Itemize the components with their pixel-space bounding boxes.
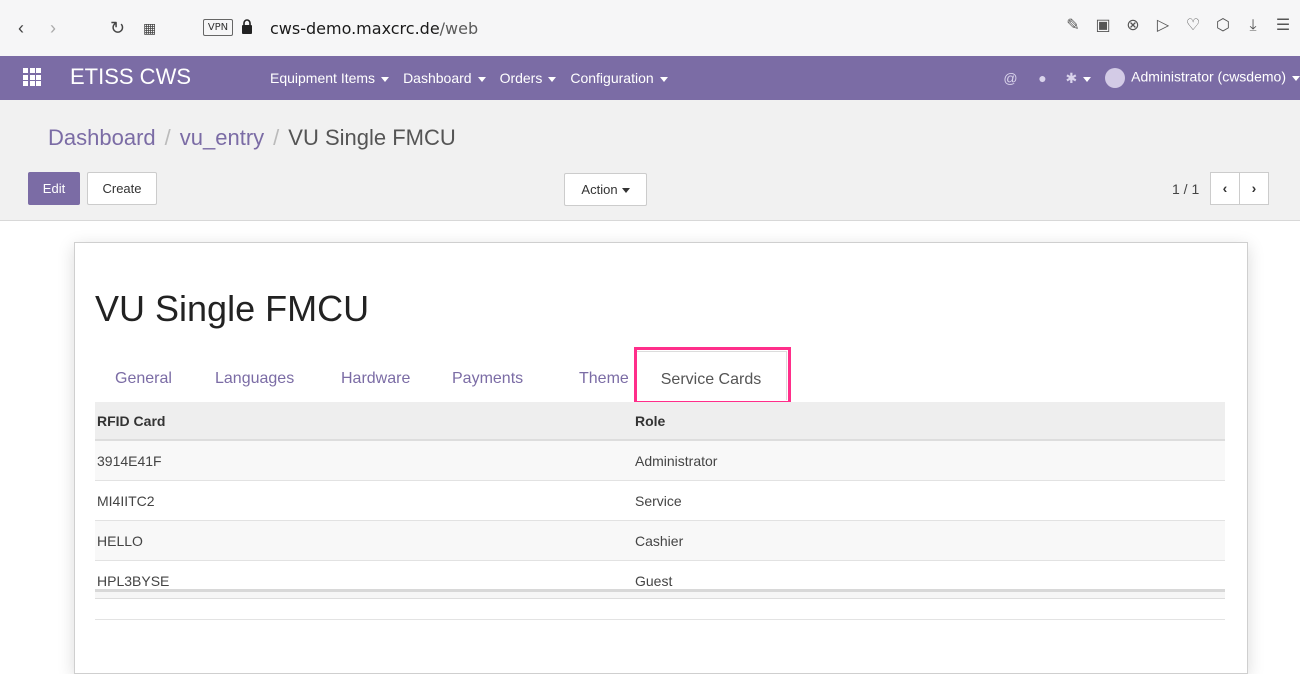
- edit-button[interactable]: Edit: [28, 172, 80, 205]
- breadcrumb-current: VU Single FMCU: [288, 125, 456, 150]
- box-icon[interactable]: ⬡: [1214, 15, 1232, 37]
- column-header-role[interactable]: Role: [633, 402, 1225, 441]
- avatar: [1105, 68, 1126, 88]
- highlight-box: [634, 347, 791, 404]
- vpn-badge[interactable]: VPN: [203, 19, 233, 36]
- user-menu[interactable]: Administrator (cwsdemo): [1105, 68, 1300, 88]
- breadcrumb-vu-entry[interactable]: vu_entry: [180, 125, 264, 150]
- pager-value[interactable]: 1 / 1: [1172, 180, 1199, 198]
- heart-icon[interactable]: ♡: [1184, 15, 1202, 37]
- tab-theme[interactable]: Theme: [579, 359, 629, 399]
- cell-role: Administrator: [633, 439, 1225, 481]
- debug-bug-icon[interactable]: ✱: [1065, 69, 1091, 87]
- action-label: Action: [581, 182, 618, 197]
- breadcrumb-separator: /: [273, 125, 280, 150]
- lock-icon: [242, 19, 252, 34]
- tab-payments[interactable]: Payments: [452, 359, 523, 399]
- tabs-grid-icon[interactable]: ▦: [143, 18, 156, 38]
- pager-next-button[interactable]: ›: [1239, 172, 1269, 205]
- tab-languages[interactable]: Languages: [215, 359, 294, 399]
- tab-general[interactable]: General: [115, 359, 172, 399]
- breadcrumb: Dashboard / vu_entry / VU Single FMCU: [48, 125, 456, 151]
- download-icon[interactable]: ⤓: [1244, 15, 1262, 37]
- cell-rfid-card: MI4IITC2: [95, 480, 633, 521]
- table-row[interactable]: HELLO Cashier: [95, 520, 1225, 561]
- url-path: /web: [439, 19, 479, 38]
- service-cards-table: RFID Card Role 3914E41F Administrator MI…: [95, 402, 1225, 600]
- cell-role: Service: [633, 480, 1225, 521]
- record-title: VU Single FMCU: [95, 288, 370, 329]
- table-footer: [95, 589, 1225, 599]
- forward-icon[interactable]: ›: [50, 18, 56, 38]
- address-bar[interactable]: cws-demo.maxcrc.de/web: [270, 19, 478, 39]
- table-row[interactable]: MI4IITC2 Service: [95, 480, 1225, 521]
- menu-orders[interactable]: Orders: [500, 69, 557, 87]
- app-brand[interactable]: ETISS CWS: [70, 64, 191, 90]
- chat-icon[interactable]: ●: [1033, 69, 1051, 87]
- send-icon[interactable]: ▷: [1154, 15, 1172, 37]
- divider: [95, 619, 1225, 620]
- menu-dashboard[interactable]: Dashboard: [403, 69, 486, 87]
- user-name: Administrator (cwsdemo): [1131, 68, 1286, 85]
- edit-page-icon[interactable]: ✎: [1064, 15, 1082, 37]
- breadcrumb-dashboard[interactable]: Dashboard: [48, 125, 156, 150]
- settings-sliders-icon[interactable]: ☰: [1274, 15, 1292, 37]
- cell-rfid-card: HELLO: [95, 520, 633, 561]
- camera-icon[interactable]: ▣: [1094, 15, 1112, 37]
- cell-role: Cashier: [633, 520, 1225, 561]
- menu-equipment-items[interactable]: Equipment Items: [270, 69, 389, 87]
- table-header-row: RFID Card Role: [95, 402, 1225, 441]
- mention-icon[interactable]: @: [1001, 69, 1019, 87]
- top-menu: Equipment Items Dashboard Orders Configu…: [270, 69, 668, 87]
- action-dropdown[interactable]: Action: [564, 173, 647, 206]
- cell-rfid-card: 3914E41F: [95, 439, 633, 481]
- create-button[interactable]: Create: [87, 172, 157, 205]
- control-panel: [0, 100, 1300, 221]
- url-host: cws-demo.maxcrc.de: [270, 19, 440, 38]
- chevron-down-icon: [618, 182, 630, 197]
- browser-toolbar: ‹ › ↻ ▦ VPN cws-demo.maxcrc.de/web ✎ ▣ ⊗…: [0, 0, 1300, 56]
- navbar-right: @ ● ✱ Administrator (cwsdemo): [1001, 68, 1300, 88]
- main-navbar: ETISS CWS Equipment Items Dashboard Orde…: [0, 56, 1300, 100]
- tab-hardware[interactable]: Hardware: [341, 359, 410, 399]
- table-row[interactable]: 3914E41F Administrator: [95, 439, 1225, 481]
- menu-configuration[interactable]: Configuration: [570, 69, 667, 87]
- reload-icon[interactable]: ↻: [110, 18, 125, 38]
- breadcrumb-separator: /: [164, 125, 171, 150]
- apps-menu-icon[interactable]: [23, 68, 41, 86]
- pager-previous-button[interactable]: ‹: [1210, 172, 1240, 205]
- column-header-rfid-card[interactable]: RFID Card: [95, 402, 633, 441]
- back-icon[interactable]: ‹: [18, 18, 24, 38]
- browser-tools: ✎ ▣ ⊗ ▷ ♡ ⬡ ⤓ ☰: [1064, 15, 1292, 37]
- close-circle-icon[interactable]: ⊗: [1124, 15, 1142, 37]
